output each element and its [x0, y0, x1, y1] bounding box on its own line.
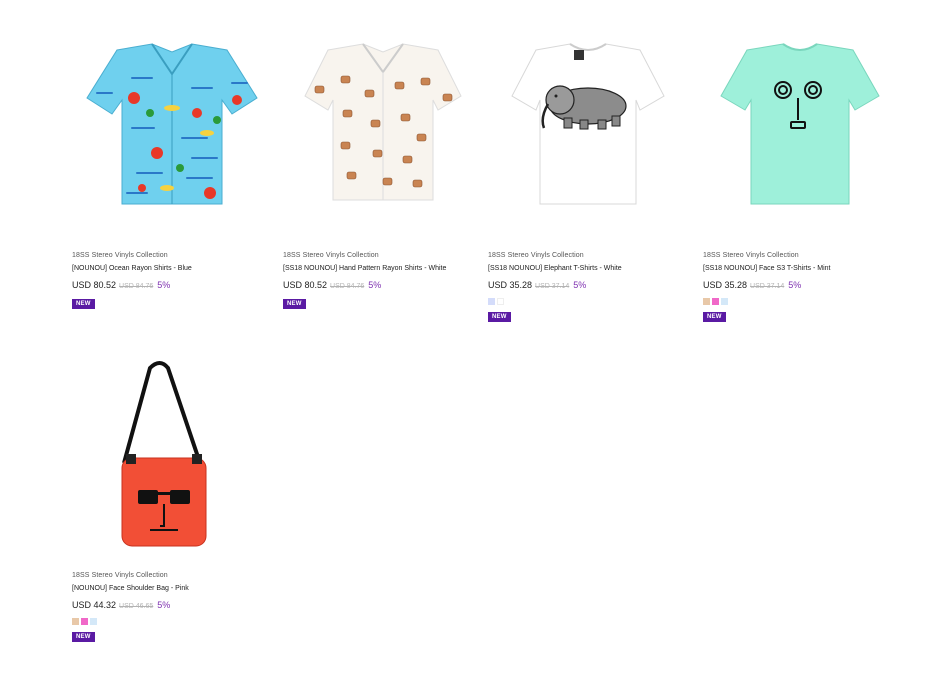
product-brand: 18SS Stereo Vinyls Collection [488, 252, 584, 259]
color-swatch-light-blue[interactable] [721, 298, 728, 305]
product-card[interactable]: 18SS Stereo Vinyls Collection [NOUNOU] O… [72, 38, 272, 310]
price-row: USD 35.28 USD 37.14 5% [488, 280, 688, 292]
product-image-elephant-tshirt[interactable] [488, 38, 688, 238]
price-row: USD 35.28 USD 37.14 5% [703, 280, 903, 292]
color-swatches [72, 618, 272, 625]
color-swatch-beige[interactable] [703, 298, 710, 305]
product-brand: 18SS Stereo Vinyls Collection [72, 572, 168, 579]
new-badge: NEW [72, 299, 95, 309]
product-name[interactable]: [SS18 NOUNOU] Face S3 T-Shirts - Mint [703, 265, 903, 272]
sale-price: USD 35.28 [703, 280, 748, 290]
discount-percent: 5% [368, 280, 382, 290]
original-price: USD 37.14 [535, 283, 570, 290]
discount-percent: 5% [573, 280, 587, 290]
product-image-ocean-shirt[interactable] [72, 38, 272, 238]
original-price: USD 37.14 [750, 283, 785, 290]
hand-shirt-illustration [304, 43, 462, 201]
original-price: USD 84.76 [330, 283, 365, 290]
color-swatch-beige[interactable] [72, 618, 79, 625]
product-brand: 18SS Stereo Vinyls Collection [72, 252, 168, 259]
discount-percent: 5% [157, 280, 171, 290]
product-image-hand-shirt[interactable] [283, 38, 483, 238]
product-card[interactable]: 18SS Stereo Vinyls Collection [SS18 NOUN… [283, 38, 483, 310]
price-row: USD 44.32 USD 46.65 5% [72, 600, 272, 612]
color-swatch-pink[interactable] [712, 298, 719, 305]
new-badge: NEW [283, 299, 306, 309]
product-card[interactable]: 18SS Stereo Vinyls Collection [SS18 NOUN… [488, 38, 688, 323]
color-swatches [703, 298, 903, 305]
product-card[interactable]: 18SS Stereo Vinyls Collection [NOUNOU] F… [72, 358, 272, 643]
color-swatch-white[interactable] [497, 298, 504, 305]
product-image-shoulder-bag[interactable] [72, 358, 272, 558]
face-tshirt-illustration [720, 43, 880, 205]
product-image-face-tshirt[interactable] [703, 38, 903, 238]
sale-price: USD 80.52 [283, 280, 328, 290]
product-name[interactable]: [SS18 NOUNOU] Elephant T-Shirts - White [488, 265, 688, 272]
price-row: USD 80.52 USD 84.76 5% [283, 280, 483, 292]
original-price: USD 46.65 [119, 603, 154, 610]
discount-percent: 5% [157, 600, 171, 610]
elephant-tshirt-illustration [511, 43, 665, 205]
sale-price: USD 44.32 [72, 600, 117, 610]
product-brand: 18SS Stereo Vinyls Collection [283, 252, 379, 259]
color-swatches [488, 298, 688, 305]
shoulder-bag-illustration [121, 361, 207, 547]
new-badge: NEW [488, 312, 511, 322]
ocean-shirt-illustration [86, 43, 258, 205]
product-name[interactable]: [NOUNOU] Ocean Rayon Shirts - Blue [72, 265, 272, 272]
price-row: USD 80.52 USD 84.76 5% [72, 280, 272, 292]
product-brand: 18SS Stereo Vinyls Collection [703, 252, 799, 259]
sale-price: USD 35.28 [488, 280, 533, 290]
discount-percent: 5% [788, 280, 802, 290]
original-price: USD 84.76 [119, 283, 154, 290]
new-badge: NEW [703, 312, 726, 322]
new-badge: NEW [72, 632, 95, 642]
color-swatch-lavender[interactable] [488, 298, 495, 305]
product-name[interactable]: [SS18 NOUNOU] Hand Pattern Rayon Shirts … [283, 265, 483, 272]
color-swatch-pink[interactable] [81, 618, 88, 625]
color-swatch-light-blue[interactable] [90, 618, 97, 625]
sale-price: USD 80.52 [72, 280, 117, 290]
product-card[interactable]: 18SS Stereo Vinyls Collection [SS18 NOUN… [703, 38, 903, 323]
product-name[interactable]: [NOUNOU] Face Shoulder Bag - Pink [72, 585, 272, 592]
